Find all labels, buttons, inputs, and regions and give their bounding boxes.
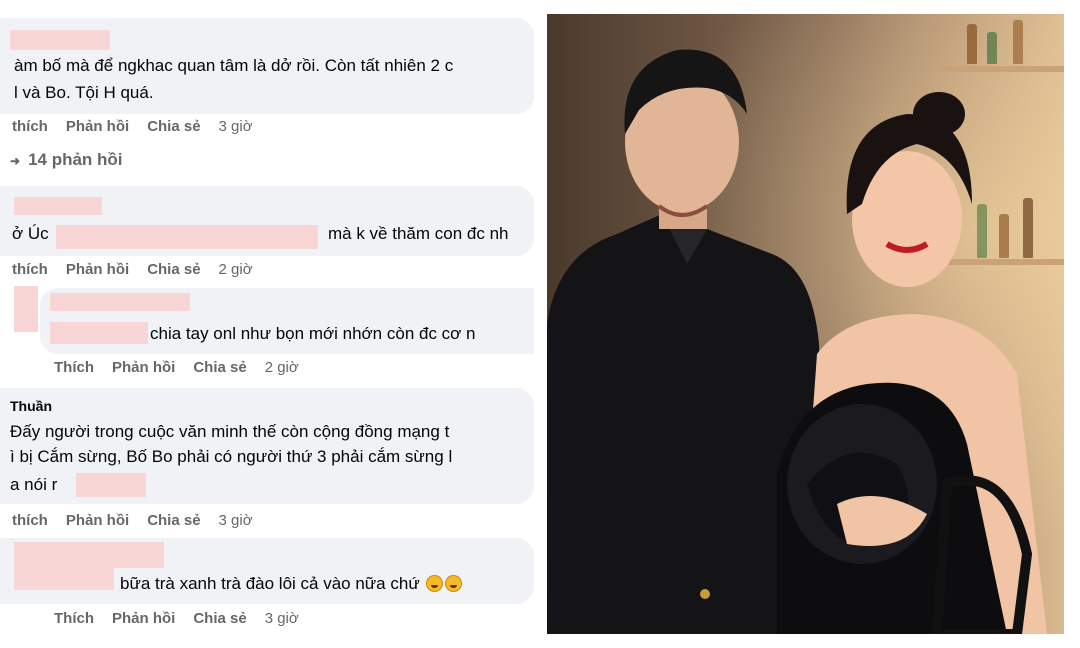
comment-text-line: bữa trà xanh trà đào lôi cả vào nữa chứ (120, 574, 420, 593)
replies-count: 14 phản hồi (28, 150, 123, 169)
reply-link[interactable]: Phản hồi (112, 359, 175, 376)
reply-link[interactable]: Phản hồi (112, 610, 175, 627)
redacted-text (56, 225, 318, 249)
comment-actions: thích Phản hồi Chia sẻ 3 giờ (12, 118, 271, 135)
comment-actions: Thích Phản hồi Chia sẻ 3 giờ (54, 610, 317, 627)
people-illustration (547, 49, 1047, 634)
couple-photo (547, 14, 1064, 634)
redacted-name (10, 30, 110, 50)
timestamp[interactable]: 3 giờ (219, 512, 253, 529)
comment-actions: thích Phản hồi Chia sẻ 2 giờ (12, 261, 271, 278)
comment-thread: àm bố mà để ngkhac quan tâm là dở rồi. C… (0, 0, 534, 648)
woman-figure (777, 92, 1047, 634)
redacted-name (50, 293, 190, 311)
timestamp[interactable]: 3 giờ (265, 610, 299, 627)
share-link[interactable]: Chia sẻ (193, 359, 246, 376)
comment-text: bữa trà xanh trà đào lôi cả vào nữa chứ (120, 573, 463, 595)
like-link[interactable]: thích (12, 261, 48, 278)
share-link[interactable]: Chia sẻ (147, 512, 200, 529)
redacted-text (14, 568, 114, 590)
redacted-name (14, 542, 164, 568)
like-link[interactable]: thích (12, 512, 48, 529)
view-replies-link[interactable]: ➜ 14 phản hồi (10, 150, 123, 170)
comment-actions: thích Phản hồi Chia sẻ 3 giờ (12, 512, 271, 529)
like-link[interactable]: Thích (54, 359, 94, 376)
reply-link[interactable]: Phản hồi (66, 261, 129, 278)
share-link[interactable]: Chia sẻ (147, 261, 200, 278)
redacted-name (14, 197, 102, 215)
comment-text: ì bị Cắm sừng, Bố Bo phải có người thứ 3… (10, 447, 453, 466)
redacted-text (50, 322, 148, 344)
redacted-text (76, 473, 146, 497)
comment-actions: Thích Phản hồi Chia sẻ 2 giờ (54, 359, 317, 376)
commenter-name[interactable]: Thuần (10, 398, 52, 414)
like-link[interactable]: thích (12, 118, 48, 135)
share-link[interactable]: Chia sẻ (193, 610, 246, 627)
timestamp[interactable]: 2 giờ (265, 359, 299, 376)
share-link[interactable]: Chia sẻ (147, 118, 200, 135)
comment-text: ở Úc (12, 224, 49, 243)
timestamp[interactable]: 3 giờ (219, 118, 253, 135)
like-link[interactable]: Thích (54, 610, 94, 627)
laughing-emoji-icon (426, 575, 444, 592)
comment-text: Đấy người trong cuộc văn minh thế còn cộ… (10, 422, 450, 441)
reply-arrow-icon: ➜ (10, 154, 21, 168)
reply-link[interactable]: Phản hồi (66, 512, 129, 529)
comment-text: l và Bo. Tội H quá. (14, 83, 154, 102)
laughing-emoji-icon (445, 575, 463, 592)
comment-text: mà k về thăm con đc nh (328, 224, 509, 243)
timestamp[interactable]: 2 giờ (219, 261, 253, 278)
reply-link[interactable]: Phản hồi (66, 118, 129, 135)
comment-text: a nói r (10, 475, 58, 494)
comment-text: àm bố mà để ngkhac quan tâm là dở rồi. C… (14, 56, 454, 75)
avatar-redacted (14, 286, 38, 332)
comment-text: chia tay onl như bọn mới nhớn còn đc cơ … (150, 324, 476, 343)
